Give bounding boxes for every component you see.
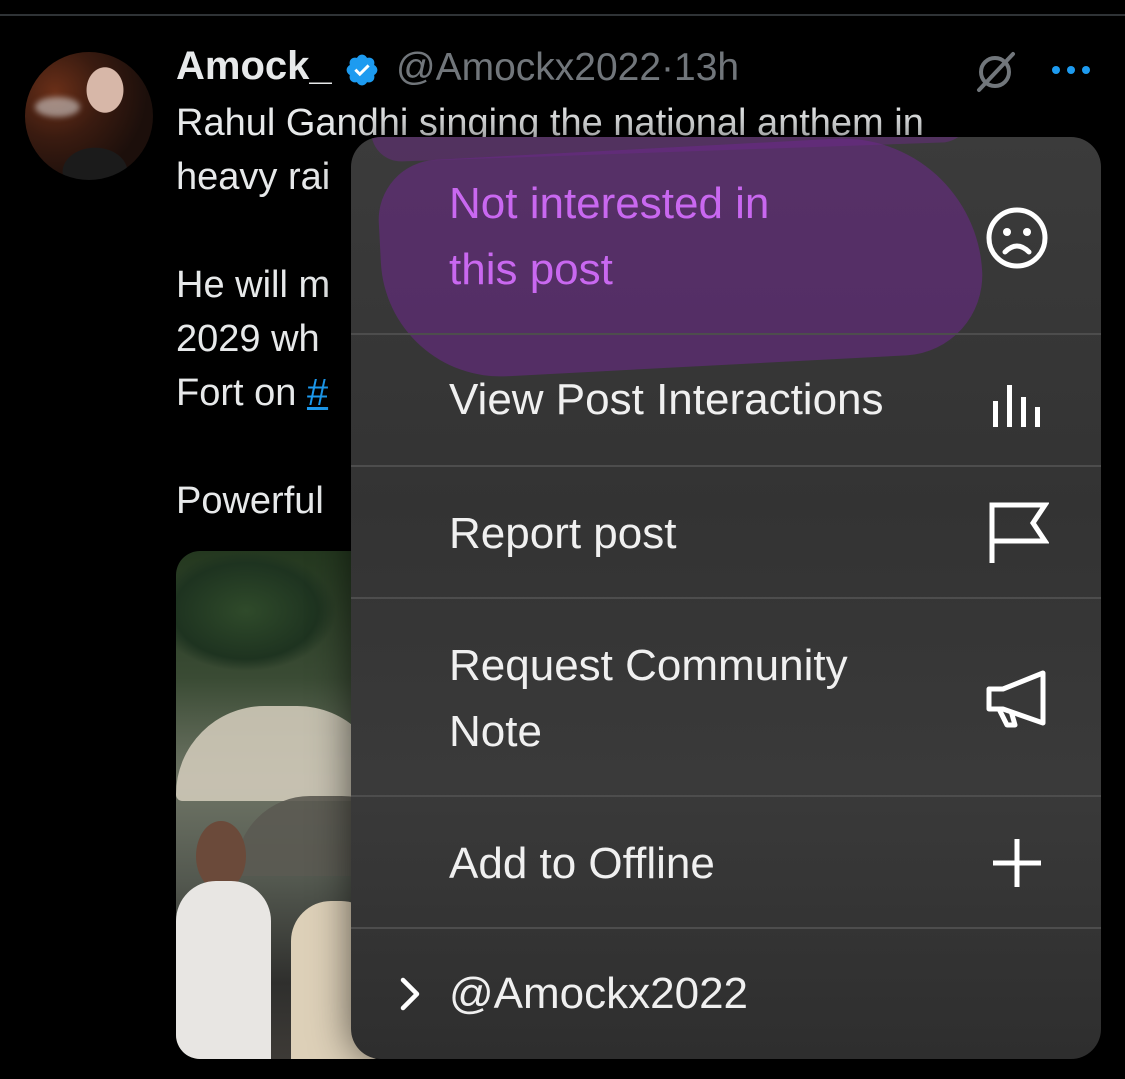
menu-item-not-interested[interactable]: Not interested in this post [351,137,1101,383]
menu-item-request-community-note[interactable]: Request Community Note [351,599,1101,795]
author-avatar[interactable] [25,52,153,180]
menu-item-report-label: Report post [449,509,677,558]
menu-item-view-interactions-label: View Post Interactions [449,375,884,424]
post-text-line-6: Powerful [176,480,324,522]
separator-dot: · [661,46,675,89]
bar-chart-icon [993,385,1040,427]
menu-item-not-interested-label-line1: Not interested in [449,179,770,228]
post-text-line-2: heavy rai [176,156,331,198]
menu-item-report[interactable]: Report post [351,467,1101,597]
plus-icon [993,839,1041,887]
menu-item-account[interactable]: @Amockx2022 [351,929,1101,1059]
post-text-line-3: He will m [176,264,331,306]
chevron-right-icon [400,977,420,1011]
post-text-line-4: 2029 wh [176,318,320,360]
author-name[interactable]: Amock_ [176,44,332,89]
menu-item-request-note-label-line2: Note [449,707,542,756]
author-handle[interactable]: @Amockx2022 [396,46,661,89]
grok-icon[interactable] [973,50,1017,94]
author-handle-time[interactable]: @Amockx2022·13h [396,46,739,90]
verified-badge-icon [346,54,378,86]
top-divider [0,14,1125,16]
post-time[interactable]: 13h [674,46,739,89]
post-text-line-5: Fort on # [176,372,328,415]
menu-item-not-interested-label-line2: this post [449,245,613,294]
menu-item-add-offline-label: Add to Offline [449,839,715,888]
menu-item-account-label: @Amockx2022 [449,969,749,1018]
hashtag-link[interactable]: # [307,372,328,414]
person-shape [176,881,271,1059]
flag-icon [989,502,1049,563]
menu-item-view-interactions[interactable]: View Post Interactions [351,335,1101,465]
more-options-icon[interactable] [1049,58,1093,82]
post-context-menu: Not interested in this post View Post In… [351,137,1101,1059]
megaphone-icon [986,670,1046,728]
menu-item-add-to-offline[interactable]: Add to Offline [351,797,1101,927]
post-text-fragment: Fort on [176,372,307,414]
sad-face-icon [986,207,1048,269]
menu-item-request-note-label-line1: Request Community [449,641,848,690]
